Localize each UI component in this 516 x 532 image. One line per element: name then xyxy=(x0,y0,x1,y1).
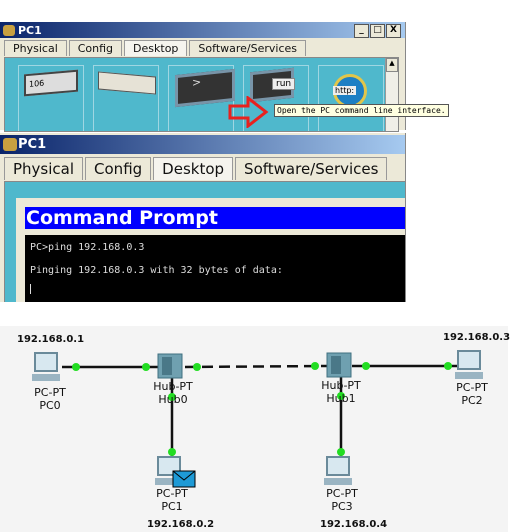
scrollbar[interactable]: ▲ xyxy=(385,58,398,131)
tab-software-services[interactable]: Software/Services xyxy=(189,40,307,56)
window-title-bar[interactable]: PC1 xyxy=(0,135,405,154)
link-light xyxy=(142,363,150,371)
links xyxy=(62,364,458,466)
pc-icon xyxy=(32,352,60,381)
terminal-icon: > xyxy=(175,68,235,108)
ip-configuration-app[interactable]: 106 xyxy=(18,65,84,131)
command-prompt-window: Command Prompt PC>ping 192.168.0.3 Pingi… xyxy=(16,198,405,302)
tab-software-services[interactable]: Software/Services xyxy=(235,157,388,180)
link-light xyxy=(193,363,201,371)
text-cursor xyxy=(30,284,31,294)
tab-desktop[interactable]: Desktop xyxy=(153,157,234,180)
close-button[interactable]: X xyxy=(386,24,401,38)
device-label: PC-PT PC2 xyxy=(456,381,488,407)
link-light xyxy=(444,362,452,370)
ip-label: 192.168.0.1 xyxy=(17,334,85,345)
device-label: PC-PT PC1 xyxy=(156,487,188,513)
web-browser-app[interactable]: http: xyxy=(318,65,384,131)
tooltip: Open the PC command line interface. xyxy=(274,104,449,117)
link-light xyxy=(311,362,319,370)
terminal-app[interactable]: > xyxy=(168,65,235,131)
window-title: PC1 xyxy=(18,137,47,152)
tab-physical[interactable]: Physical xyxy=(4,40,67,56)
link-hub0-hub1 xyxy=(184,364,329,369)
scroll-up-arrow-icon[interactable]: ▲ xyxy=(386,58,398,72)
device-label: PC-PT PC3 xyxy=(326,487,358,513)
red-arrow-icon xyxy=(228,96,269,128)
pc-app-icon xyxy=(3,24,15,36)
terminal-line: Pinging 192.168.0.3 with 32 bytes of dat… xyxy=(30,265,283,276)
pc-icon xyxy=(324,456,352,485)
desktop-panel: 106 > run http: ▲ xyxy=(4,57,399,132)
command-prompt-title: Command Prompt xyxy=(25,207,405,229)
link-light xyxy=(337,448,345,456)
http-label: http: xyxy=(333,86,357,95)
ip-configuration-icon: 106 xyxy=(24,69,78,97)
link-light xyxy=(362,362,370,370)
link-light xyxy=(72,363,80,371)
network-topology: 192.168.0.1 PC-PT PC0 Hub-PT Hub0 Hub-PT Hu… xyxy=(0,326,511,532)
tab-config[interactable]: Config xyxy=(85,157,152,180)
run-label: run xyxy=(272,78,296,90)
envelope-pdu-icon[interactable] xyxy=(172,470,196,488)
window-title: PC1 xyxy=(18,23,42,37)
device-label: PC-PT PC0 xyxy=(34,386,66,412)
dialup-app[interactable] xyxy=(93,65,159,131)
device-label: Hub-PT Hub1 xyxy=(321,379,361,405)
dialup-modem-icon xyxy=(98,71,156,95)
ip-label: 192.168.0.3 xyxy=(443,332,511,343)
pc-app-icon xyxy=(3,138,17,151)
device-label: Hub-PT Hub0 xyxy=(153,380,193,406)
tab-config[interactable]: Config xyxy=(68,40,123,56)
hub-icon xyxy=(157,353,183,379)
hub-icon xyxy=(326,352,352,378)
maximize-button[interactable]: □ xyxy=(370,24,385,38)
minimize-button[interactable]: _ xyxy=(354,24,369,38)
ip-label: 192.168.0.2 xyxy=(147,519,215,530)
window-title-bar[interactable]: PC1 _ □ X xyxy=(0,22,405,38)
pc-icon xyxy=(455,350,483,379)
tab-desktop[interactable]: Desktop xyxy=(124,40,188,56)
terminal-line: PC>ping 192.168.0.3 xyxy=(30,242,145,253)
ip-label: 192.168.0.4 xyxy=(320,519,388,530)
link-light xyxy=(168,448,176,456)
terminal-output[interactable]: PC>ping 192.168.0.3 Pinging 192.168.0.3 … xyxy=(25,235,405,302)
tab-physical[interactable]: Physical xyxy=(4,157,84,180)
